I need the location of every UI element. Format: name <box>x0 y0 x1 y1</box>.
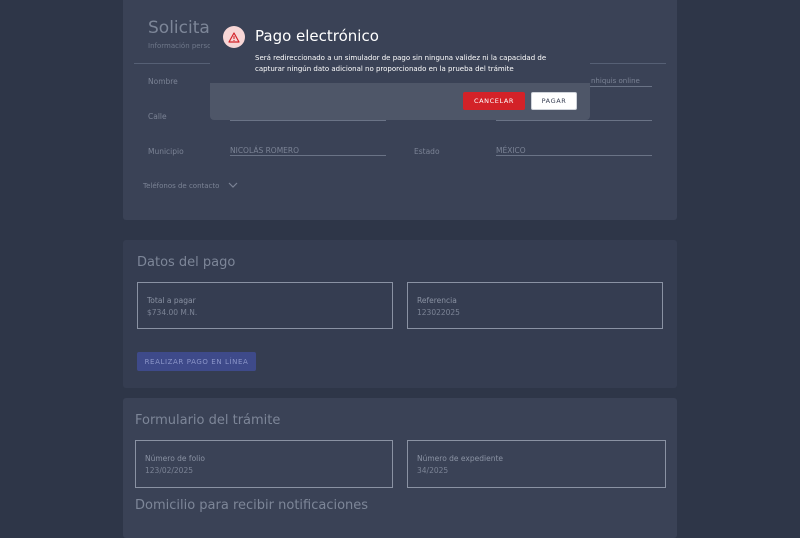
address-title: Domicilio para recibir notificaciones <box>135 498 369 513</box>
name-label: Nombre <box>148 77 178 86</box>
street-label: Calle <box>148 112 167 121</box>
total-label: Total a pagar <box>147 296 196 305</box>
procedure-title: Formulario del trámite <box>135 413 281 428</box>
municipality-underline <box>230 155 386 156</box>
total-box: Total a pagar $734.00 M.N. <box>137 282 393 329</box>
pay-button[interactable]: PAGAR <box>531 92 577 110</box>
file-label: Número de expediente <box>417 454 503 463</box>
pay-online-button[interactable]: REALIZAR PAGO EN LÍNEA <box>137 352 256 371</box>
partial-field-value: nhiquis online <box>591 77 640 85</box>
folio-value: 123/02/2025 <box>145 466 193 475</box>
warning-icon <box>223 26 245 48</box>
state-label: Estado <box>414 147 440 156</box>
cancel-button[interactable]: CANCELAR <box>463 92 525 110</box>
street-field[interactable] <box>230 120 386 121</box>
dialog-title: Pago electrónico <box>255 27 379 45</box>
partial-field-line[interactable] <box>590 86 652 87</box>
requester-title: Solicitar <box>148 18 217 38</box>
municipality-field[interactable]: NICOLÁS ROMERO <box>230 146 299 155</box>
payment-title: Datos del pago <box>137 255 236 270</box>
folio-box: Número de folio 123/02/2025 <box>135 440 393 488</box>
total-value: $734.00 M.N. <box>147 308 198 317</box>
file-value: 34/2025 <box>417 466 449 475</box>
phones-toggle-label[interactable]: Teléfonos de contacto <box>143 182 219 190</box>
reference-box: Referencia 123022025 <box>407 282 663 329</box>
municipality-label: Municipio <box>148 147 184 156</box>
street-number-field[interactable] <box>496 120 652 121</box>
chevron-down-icon[interactable] <box>228 182 238 189</box>
state-underline <box>496 155 652 156</box>
file-box: Número de expediente 34/2025 <box>407 440 666 488</box>
reference-label: Referencia <box>417 296 457 305</box>
payment-dialog: Pago electrónico Será redireccionado a u… <box>210 13 590 120</box>
reference-value: 123022025 <box>417 308 460 317</box>
requester-subtitle: Información perso <box>148 42 212 50</box>
folio-label: Número de folio <box>145 454 205 463</box>
dialog-message: Será redireccionado a un simulador de pa… <box>255 54 547 73</box>
state-field[interactable]: MÉXICO <box>496 146 526 155</box>
